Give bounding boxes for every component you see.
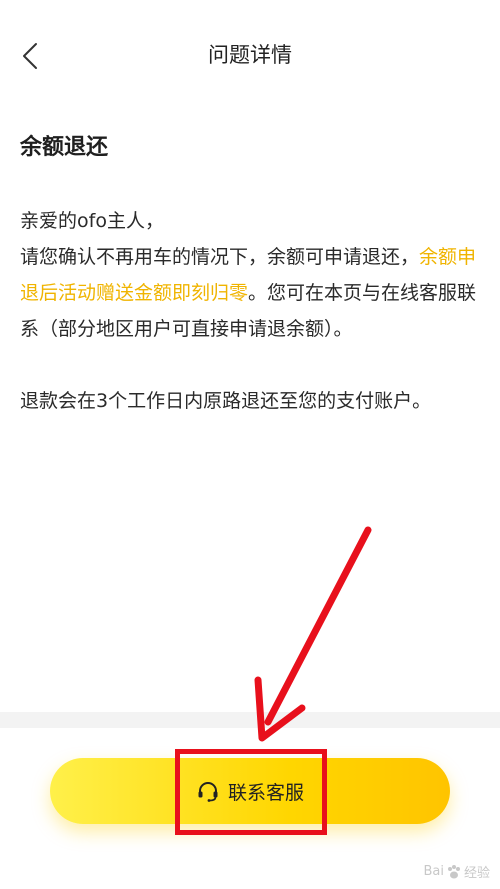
watermark-text-left: Bai	[423, 864, 444, 879]
article-title: 余额退还	[20, 135, 109, 160]
watermark: Bai 经验	[423, 862, 490, 881]
greeting-text: 亲爱的ofo主人，	[20, 210, 164, 232]
article-body: 亲爱的ofo主人， 请您确认不再用车的情况下，余额可申请退还，余额申退后活动赠送…	[20, 203, 482, 419]
body-paragraph: 请您确认不再用车的情况下，余额可申请退还，余额申退后活动赠送金额即刻归零。您可在…	[20, 239, 482, 347]
top-nav-bar: 问题详情	[0, 0, 500, 110]
watermark-text-right: 经验	[463, 866, 490, 881]
paw-logo-icon	[447, 864, 460, 878]
contact-support-button[interactable]: 联系客服	[50, 758, 450, 824]
page-title: 问题详情	[208, 43, 292, 67]
headset-icon	[198, 782, 218, 802]
contact-support-label: 联系客服	[227, 781, 304, 804]
refund-note-text: 退款会在3个工作日内原路退还至您的支付账户。	[20, 390, 432, 412]
section-divider	[0, 712, 500, 728]
body-text: 请您确认不再用车的情况下，余额可申请退还，	[20, 246, 420, 268]
